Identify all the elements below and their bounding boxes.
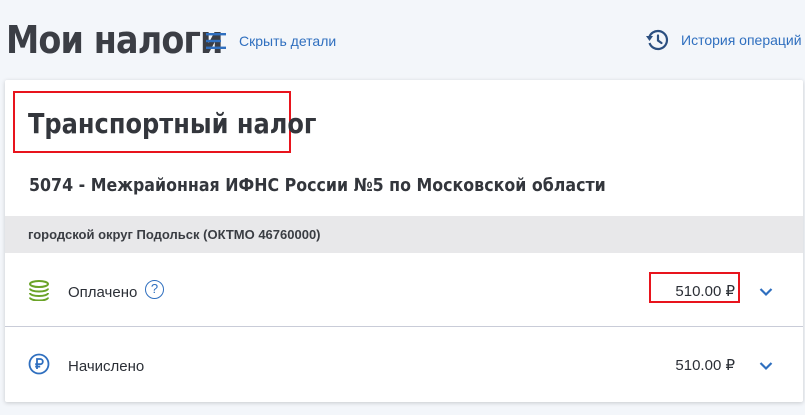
municipality-label: городской округ Подольск (ОКТМО 46760000… bbox=[28, 227, 321, 242]
tax-card: Транспортный налог 5074 - Межрайонная ИФ… bbox=[5, 80, 803, 402]
accrued-row[interactable]: Начислено 510.00 ₽ bbox=[5, 328, 803, 400]
accrued-amount: 510.00 ₽ bbox=[675, 357, 735, 374]
municipality-band: городской округ Подольск (ОКТМО 46760000… bbox=[5, 216, 803, 253]
paid-label: Оплачено bbox=[68, 284, 138, 301]
page-title: Мои налоги bbox=[6, 18, 223, 62]
ruble-icon bbox=[28, 353, 50, 375]
history-label: История операций bbox=[681, 32, 802, 48]
coins-icon bbox=[29, 280, 49, 301]
paid-row[interactable]: Оплачено ? 510.00 ₽ bbox=[5, 254, 803, 327]
history-icon bbox=[646, 29, 669, 51]
hide-details-label: Скрыть детали bbox=[239, 33, 337, 49]
chevron-down-icon[interactable] bbox=[759, 361, 773, 371]
inspection-name: 5074 - Межрайонная ИФНС России №5 по Мос… bbox=[29, 175, 606, 196]
page-header: Мои налоги Скрыть детали История операци… bbox=[0, 0, 805, 80]
tax-name-highlight: Транспортный налог bbox=[13, 91, 317, 153]
chevron-down-icon[interactable] bbox=[759, 287, 773, 297]
hide-details-button[interactable]: Скрыть детали bbox=[206, 30, 336, 52]
help-icon[interactable]: ? bbox=[145, 280, 164, 299]
paid-amount: 510.00 ₽ bbox=[675, 283, 735, 300]
menu-lines-icon bbox=[206, 33, 226, 49]
accrued-label: Начислено bbox=[68, 358, 145, 375]
tax-name: Транспортный налог bbox=[28, 107, 317, 140]
history-button[interactable]: История операций bbox=[645, 28, 802, 52]
